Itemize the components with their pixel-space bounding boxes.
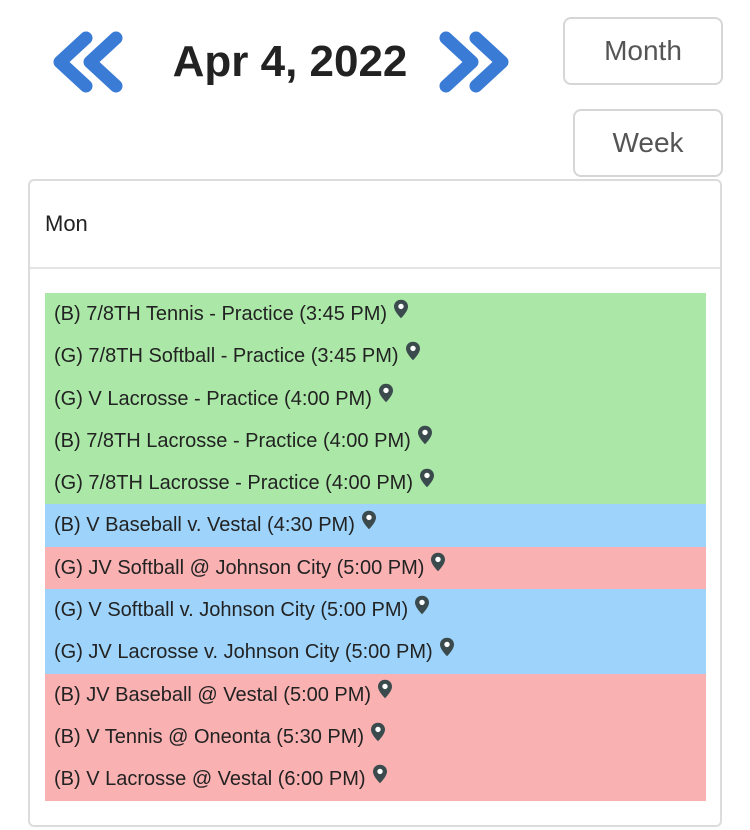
- location-pin-icon[interactable]: [419, 461, 435, 503]
- event-item[interactable]: (B) V Lacrosse @ Vestal (6:00 PM): [45, 757, 706, 801]
- event-label: (G) JV Lacrosse v. Johnson City (5:00 PM…: [54, 641, 433, 664]
- current-date-title: Apr 4, 2022: [172, 37, 408, 86]
- event-item[interactable]: (G) 7/8TH Lacrosse - Practice (4:00 PM): [45, 461, 706, 505]
- day-card: Mon (B) 7/8TH Tennis - Practice (3:45 PM…: [28, 179, 722, 827]
- event-label: (G) V Lacrosse - Practice (4:00 PM): [54, 387, 372, 410]
- event-item[interactable]: (G) JV Softball @ Johnson City (5:00 PM): [45, 545, 706, 590]
- event-item[interactable]: (G) V Lacrosse - Practice (4:00 PM): [45, 376, 706, 420]
- event-label: (G) 7/8TH Softball - Practice (3:45 PM): [54, 345, 399, 368]
- double-chevron-right-icon: [439, 31, 509, 93]
- location-pin-icon[interactable]: [417, 418, 433, 460]
- event-item[interactable]: (B) 7/8TH Tennis - Practice (3:45 PM): [45, 292, 706, 336]
- location-pin-icon[interactable]: [393, 292, 409, 334]
- location-pin-icon[interactable]: [414, 588, 430, 630]
- double-chevron-left-icon: [53, 31, 123, 93]
- event-label: (G) V Softball v. Johnson City (5:00 PM): [54, 599, 409, 622]
- event-item[interactable]: (B) V Baseball v. Vestal (4:30 PM): [45, 503, 706, 547]
- event-label: (B) 7/8TH Lacrosse - Practice (4:00 PM): [54, 429, 411, 452]
- location-pin-icon[interactable]: [370, 715, 386, 757]
- event-label: (B) V Tennis @ Oneonta (5:30 PM): [54, 725, 365, 748]
- location-pin-icon[interactable]: [430, 545, 446, 587]
- event-label: (G) JV Softball @ Johnson City (5:00 PM): [54, 556, 425, 579]
- location-pin-icon[interactable]: [378, 376, 394, 418]
- month-view-button[interactable]: Month: [563, 17, 723, 85]
- event-label: (B) V Baseball v. Vestal (4:30 PM): [54, 514, 355, 537]
- location-pin-icon[interactable]: [405, 334, 421, 376]
- event-item[interactable]: (B) V Tennis @ Oneonta (5:30 PM): [45, 715, 706, 759]
- event-item[interactable]: (G) V Softball v. Johnson City (5:00 PM): [45, 588, 706, 632]
- previous-day-button[interactable]: [48, 30, 128, 94]
- location-pin-icon[interactable]: [377, 672, 393, 714]
- event-label: (B) V Lacrosse @ Vestal (6:00 PM): [54, 768, 366, 791]
- location-pin-icon[interactable]: [439, 630, 455, 672]
- event-item[interactable]: (B) JV Baseball @ Vestal (5:00 PM): [45, 672, 706, 716]
- location-pin-icon[interactable]: [361, 503, 377, 545]
- event-label: (B) JV Baseball @ Vestal (5:00 PM): [54, 683, 372, 706]
- location-pin-icon[interactable]: [372, 757, 388, 799]
- next-day-button[interactable]: [434, 30, 514, 94]
- day-header: Mon: [30, 181, 720, 269]
- week-view-button[interactable]: Week: [573, 109, 723, 177]
- event-item[interactable]: (G) 7/8TH Softball - Practice (3:45 PM): [45, 334, 706, 378]
- event-label: (G) 7/8TH Lacrosse - Practice (4:00 PM): [54, 472, 413, 495]
- event-list: (B) 7/8TH Tennis - Practice (3:45 PM) (G)…: [45, 293, 706, 801]
- event-item[interactable]: (G) JV Lacrosse v. Johnson City (5:00 PM…: [45, 630, 706, 674]
- event-item[interactable]: (B) 7/8TH Lacrosse - Practice (4:00 PM): [45, 418, 706, 463]
- event-label: (B) 7/8TH Tennis - Practice (3:45 PM): [54, 303, 388, 325]
